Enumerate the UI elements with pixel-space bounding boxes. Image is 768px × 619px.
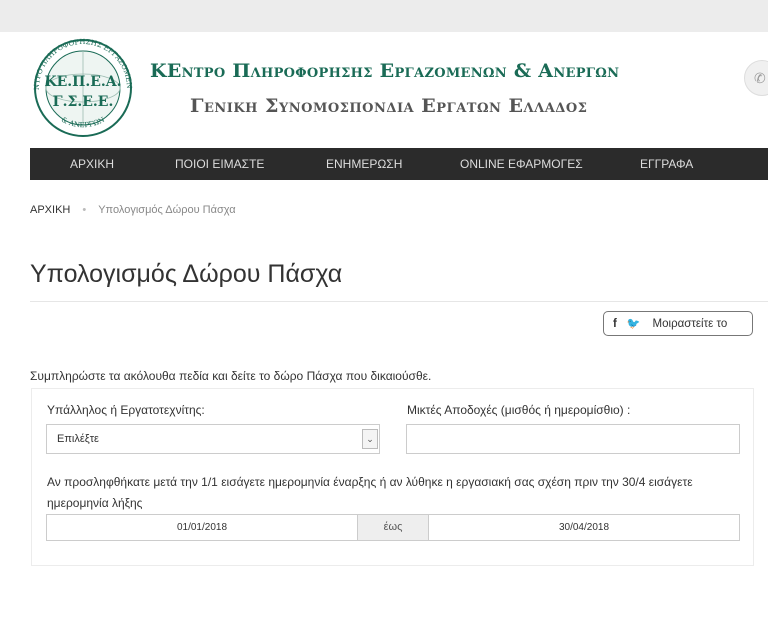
start-date-input[interactable]: 01/01/2018 — [47, 515, 357, 540]
wage-input[interactable] — [406, 424, 740, 454]
nav-item-about[interactable]: ΠΟΙΟΙ ΕΙΜΑΣΤΕ — [175, 148, 264, 180]
title-divider — [30, 301, 768, 302]
until-label: έως — [357, 515, 429, 540]
twitter-icon: 🐦 — [626, 318, 641, 330]
end-date-input[interactable]: 30/04/2018 — [429, 515, 739, 540]
date-instructions: Αν προσληφθήκατε μετά την 1/1 εισάγετε η… — [47, 475, 693, 510]
employee-type-label: Υπάλληλος ή Εργατοτεχνίτης: — [47, 403, 205, 417]
nav-item-news[interactable]: ΕΝΗΜΕΡΩΣΗ — [326, 148, 402, 180]
employee-type-select[interactable]: Επιλέξτε ⌄ — [46, 424, 380, 454]
top-bar — [0, 0, 768, 32]
date-range: 01/01/2018 έως 30/04/2018 — [46, 514, 740, 541]
nav-item-online-apps[interactable]: ONLINE ΕΦΑΡΜΟΓΕΣ — [460, 148, 583, 180]
breadcrumb: ΑΡΧΙΚΗ • Υπολογισμός Δώρου Πάσχα — [30, 204, 236, 216]
employee-type-value: Επιλέξτε — [57, 433, 99, 445]
site-subtitle: Γενικη Συνομοσπονδια Εργατων Ελλαδοσ — [190, 95, 588, 117]
site-title[interactable]: ΚΕντρο Πληροφορησησ Εργαζομενων & Ανεργω… — [150, 60, 619, 82]
logo-line2: Γ.Σ.Ε.Ε. — [53, 94, 114, 110]
nav-item-home[interactable]: ΑΡΧΙΚΗ — [70, 148, 114, 180]
main-nav: ΑΡΧΙΚΗ ΠΟΙΟΙ ΕΙΜΑΣΤΕ ΕΝΗΜΕΡΩΣΗ ONLINE ΕΦ… — [30, 148, 768, 180]
breadcrumb-home[interactable]: ΑΡΧΙΚΗ — [30, 204, 70, 216]
phone-icon: ✆ — [754, 69, 766, 86]
breadcrumb-current: Υπολογισμός Δώρου Πάσχα — [98, 204, 236, 216]
breadcrumb-separator: • — [82, 204, 87, 216]
nav-item-documents[interactable]: ΕΓΓΡΑΦΑ — [640, 148, 693, 180]
page-title: Υπολογισμός Δώρου Πάσχα — [30, 260, 343, 288]
chevron-down-icon[interactable]: ⌄ — [362, 429, 378, 449]
form-intro: Συμπληρώστε τα ακόλουθα πεδία και δείτε … — [30, 369, 432, 383]
share-button[interactable]: f 🐦 Μοιραστείτε το — [603, 311, 753, 336]
facebook-icon: f — [613, 317, 617, 330]
wage-label: Μικτές Αποδοχές (μισθός ή ημερομίσθιο) : — [407, 403, 631, 417]
kepea-logo[interactable]: ΚΕΝΤΡΟ ΠΛΗΡΟΦΟΡΗΣΗΣ ΕΡΓΑΖΟΜΕΝΩΝ & ΑΝΕΡΓΩ… — [27, 38, 139, 138]
share-label: Μοιραστείτε το — [652, 317, 728, 330]
logo-line1: ΚΕ.Π.Ε.Α. — [44, 74, 121, 90]
